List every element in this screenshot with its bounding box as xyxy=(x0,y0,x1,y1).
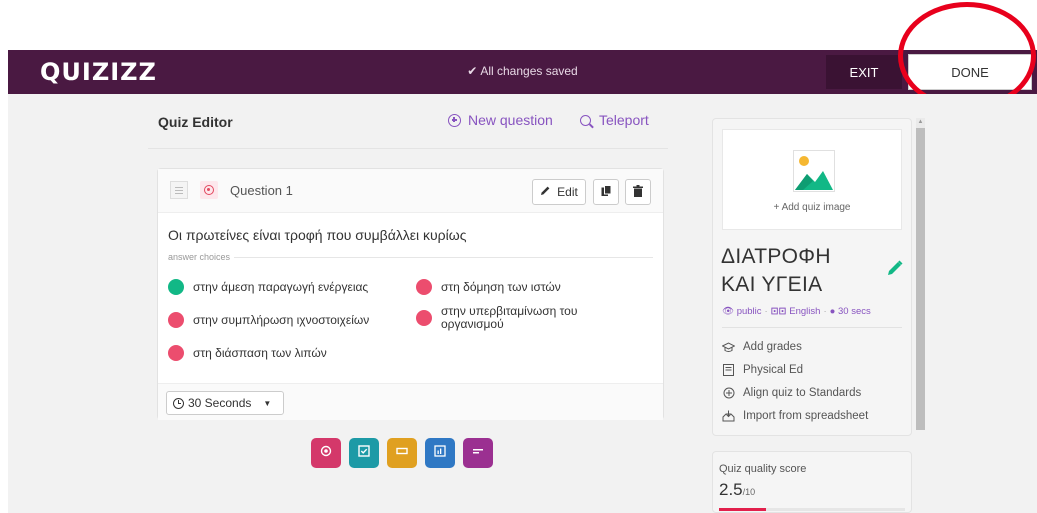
editor-content: Quiz Editor New question Teleport Questi… xyxy=(8,94,1037,513)
teleport-button[interactable]: Teleport xyxy=(580,112,649,128)
blank-box-icon xyxy=(396,444,408,462)
question-text: Οι πρωτείνες είναι τροφή που συμβάλλει κ… xyxy=(168,227,467,243)
bar-chart-icon xyxy=(434,444,446,462)
editor-header: Quiz Editor New question Teleport xyxy=(158,112,668,144)
question-type-buttons xyxy=(311,438,493,468)
teleport-label: Teleport xyxy=(599,112,649,128)
answer-choice-1: στην άμεση παραγωγή ενέργειας xyxy=(168,279,368,295)
quiz-settings-panel: + Add quiz image ΔΙΑΤΡΟΦΗ ΚΑΙ ΥΓΕΙΑ 👁 pu… xyxy=(712,118,912,436)
subject-item[interactable]: Physical Ed xyxy=(722,364,803,376)
checkbox-icon xyxy=(358,444,370,462)
answer-choice-2: στη δόμηση των ιστών xyxy=(416,279,561,295)
answer-text: στην άμεση παραγωγή ενέργειας xyxy=(193,279,369,294)
add-grades-label: Add grades xyxy=(743,341,802,353)
graduation-cap-icon xyxy=(722,341,735,353)
clock-icon xyxy=(173,397,184,409)
copy-icon xyxy=(601,184,612,200)
top-bar: QUIZIZZ ✔ All changes saved EXIT DONE xyxy=(8,50,1037,94)
align-standards-label: Align quiz to Standards xyxy=(743,387,862,399)
edit-title-pencil-icon[interactable] xyxy=(887,260,903,281)
answer-choices-label: answer choices xyxy=(168,252,653,262)
caret-down-icon: ▼ xyxy=(263,398,272,408)
editor-title: Quiz Editor xyxy=(158,114,233,130)
quality-progress-fill xyxy=(719,508,766,511)
wrong-answer-dot xyxy=(416,279,432,295)
question-card: Question 1 Edit Οι πρωτείνες είναι τροφή… xyxy=(157,168,664,420)
quality-score: 2.5/10 xyxy=(719,480,755,500)
sidebar-scrollbar-thumb[interactable] xyxy=(916,128,925,430)
book-icon xyxy=(722,364,735,376)
multiple-choice-icon xyxy=(200,181,218,199)
exit-button[interactable]: EXIT xyxy=(826,55,902,89)
answer-choice-3: στην συμπλήρωση ιχνοστοιχείων xyxy=(168,312,369,328)
eye-icon: 👁 xyxy=(722,306,735,317)
answer-choice-5: στη διάσπαση των λιπών xyxy=(168,345,327,361)
add-quiz-image-label: + Add quiz image xyxy=(773,202,851,213)
text-lines-icon xyxy=(472,444,484,462)
quiz-editor-page: QUIZIZZ ✔ All changes saved EXIT DONE Qui… xyxy=(0,0,1037,513)
time-limit-select[interactable]: 30 Seconds ▼ xyxy=(166,391,284,415)
poll-type-button[interactable] xyxy=(425,438,455,468)
wrong-answer-dot xyxy=(168,312,184,328)
quiz-title: ΔΙΑΤΡΟΦΗ ΚΑΙ ΥΓΕΙΑ xyxy=(721,245,831,296)
quality-score-max: /10 xyxy=(742,487,756,497)
header-divider xyxy=(148,148,668,149)
quality-progress-bar xyxy=(719,508,905,511)
answer-text: στη διάσπαση των λιπών xyxy=(193,345,327,360)
edit-question-button[interactable]: Edit xyxy=(532,179,586,205)
align-standards-item[interactable]: Align quiz to Standards xyxy=(722,387,861,399)
quiz-meta: 👁 public · ⊡⊡ English · ● 30 secs xyxy=(722,306,871,317)
circle-plus-icon xyxy=(448,113,461,127)
wrong-answer-dot xyxy=(416,310,432,326)
import-spreadsheet-item[interactable]: Import from spreadsheet xyxy=(722,410,868,422)
answer-text: στην συμπλήρωση ιχνοστοιχείων xyxy=(193,312,370,327)
search-icon xyxy=(580,114,591,126)
new-question-button[interactable]: New question xyxy=(448,112,553,128)
language-icon: ⊡⊡ xyxy=(770,306,787,317)
quiz-quality-panel: Quiz quality score 2.5/10 xyxy=(712,451,912,513)
edit-label: Edit xyxy=(557,185,578,199)
circle-plus-icon xyxy=(722,387,735,399)
checkbox-type-button[interactable] xyxy=(349,438,379,468)
question-card-header: Question 1 Edit xyxy=(158,169,663,213)
answer-choices-label-text: answer choices xyxy=(168,252,231,262)
correct-answer-dot xyxy=(168,279,184,295)
spreadsheet-import-icon xyxy=(722,410,735,422)
answer-choice-4: στην υπερβιταμίνωση του οργανισμού xyxy=(416,305,616,331)
add-quiz-image-box[interactable]: + Add quiz image xyxy=(722,129,902,230)
answer-text: στην υπερβιταμίνωση του οργανισμού xyxy=(441,304,578,331)
done-button[interactable]: DONE xyxy=(908,54,1032,90)
meta-divider xyxy=(722,327,902,328)
radio-icon xyxy=(320,444,332,462)
visibility-value[interactable]: public xyxy=(737,306,762,317)
fill-in-blank-type-button[interactable] xyxy=(387,438,417,468)
add-grades-item[interactable]: Add grades xyxy=(722,341,802,353)
delete-question-button[interactable] xyxy=(625,179,651,205)
open-ended-type-button[interactable] xyxy=(463,438,493,468)
scroll-up-arrow-icon[interactable]: ▲ xyxy=(916,118,925,127)
clock-filled-icon: ● xyxy=(829,306,836,317)
image-placeholder-icon xyxy=(793,150,835,197)
duration-value[interactable]: 30 secs xyxy=(838,306,871,317)
new-question-label: New question xyxy=(468,112,553,128)
drag-handle-icon[interactable] xyxy=(170,181,188,199)
subject-label: Physical Ed xyxy=(743,364,804,376)
save-status-text: All changes saved xyxy=(480,64,578,78)
duplicate-question-button[interactable] xyxy=(593,179,619,205)
pencil-icon xyxy=(540,185,551,199)
wrong-answer-dot xyxy=(168,345,184,361)
quality-label: Quiz quality score xyxy=(719,463,807,475)
trash-icon xyxy=(633,184,643,200)
question-card-footer: 30 Seconds ▼ xyxy=(158,383,663,420)
quality-score-value: 2.5 xyxy=(719,480,743,499)
question-label: Question 1 xyxy=(230,183,293,198)
import-spreadsheet-label: Import from spreadsheet xyxy=(743,410,869,422)
checkmark-icon: ✔ xyxy=(467,64,478,78)
time-limit-value: 30 Seconds xyxy=(188,396,252,410)
answer-text: στη δόμηση των ιστών xyxy=(441,279,561,294)
multiple-choice-type-button[interactable] xyxy=(311,438,341,468)
language-value[interactable]: English xyxy=(789,306,820,317)
